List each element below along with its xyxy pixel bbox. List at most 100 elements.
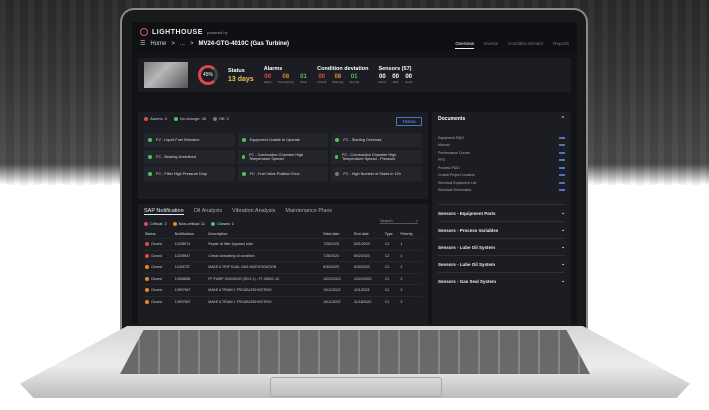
chevron-down-icon: ⌄ <box>561 278 565 283</box>
breadcrumb-mid[interactable]: ... <box>180 41 185 47</box>
sensors-equipment-parts[interactable]: Sensors - Equipment Parts ⌄ <box>438 204 565 221</box>
search-icon: ⌕ <box>415 218 418 223</box>
alarm-cell[interactable]: FV - Liquid Fuel Selection <box>144 133 235 147</box>
doc-item[interactable]: Electrical Schematics <box>438 187 565 195</box>
sensors-lube-oil-2[interactable]: Sensors - Lube Oil System ⌄ <box>438 255 565 272</box>
chevron-down-icon: ⌄ <box>561 210 565 215</box>
brand-name: LIGHTHOUSE <box>152 28 203 36</box>
tab-overview[interactable]: Overview <box>455 41 475 49</box>
search-input[interactable]: Search ⌕ <box>380 218 418 224</box>
doc-item[interactable]: PFD <box>438 157 565 165</box>
nav-tabs: Overview Events Condition Monitor Report… <box>455 41 569 49</box>
tab-vibration-analysis[interactable]: Vibration Analysis <box>232 208 275 215</box>
alarm-cell[interactable]: FC - High Number of Starts in 12h <box>331 167 422 181</box>
table-row[interactable]: Closed 11109737 MAKE A TRIP DUAL GAS INVES… <box>144 261 422 273</box>
laptop-trackpad <box>270 377 442 397</box>
status-value: 13 days <box>228 75 254 83</box>
tab-maintenance-plans[interactable]: Maintenance Plans <box>285 208 332 215</box>
alarms-panel: Alarms: 3 No change: 38 Off: 3 TREND FV … <box>138 112 428 199</box>
col-notification: Notification <box>174 232 195 236</box>
doc-item[interactable]: Electrical Equipment List <box>438 179 565 187</box>
status-block: Status 13 days <box>228 68 254 83</box>
status-label: Status <box>228 67 245 74</box>
documents-panel: Documents ⌃ Equipment P&ID Manual Perfor… <box>432 112 571 324</box>
tab-events[interactable]: Events <box>484 41 498 49</box>
alarm-cell[interactable]: FC - Fuel Valve Position Error <box>237 167 329 181</box>
table-row[interactable]: Closed 11208974 Repair oil filter (bypass)… <box>144 238 422 250</box>
chevron-down-icon: ⌄ <box>561 261 565 266</box>
col-status: Status <box>145 232 156 236</box>
alarm-legend: Alarms: 3 No change: 38 Off: 3 <box>144 116 422 121</box>
alarm-cell[interactable]: Equipment Unable to Operate <box>237 133 329 147</box>
doc-item[interactable]: Crucial Project Location <box>438 172 565 180</box>
table-row[interactable]: Closed 10907967 MAKE A TRAIN 1 TROUBLESHOO… <box>144 284 422 296</box>
col-description: Description <box>208 232 228 236</box>
doc-item[interactable]: Performance Curves <box>438 149 565 157</box>
alarm-cell[interactable]: FC - Combustion Chamber High Temperature… <box>331 150 422 164</box>
alarm-cell[interactable]: FC - Bearing Undefined <box>144 150 235 164</box>
sap-panel: SAP Notification Oil Analysis Vibration … <box>138 204 428 324</box>
trend-button[interactable]: TREND <box>396 117 422 126</box>
lighthouse-logo-icon <box>140 28 148 36</box>
legend-alarms: Alarms: 3 <box>144 116 167 121</box>
sensors-good: 00 Good <box>404 74 413 84</box>
sensors-process-variables[interactable]: Sensors - Process Variables ⌄ <box>438 221 565 238</box>
tab-reports[interactable]: Reports <box>553 41 569 49</box>
doc-item[interactable]: Process P&ID <box>438 164 565 172</box>
asset-title: MV24-GTG-4010C (Gas Turbine) <box>198 40 290 47</box>
sap-table: Status Notification Description Start da… <box>144 230 422 307</box>
breadcrumb-home[interactable]: Home <box>150 41 166 47</box>
tab-oil-analysis[interactable]: Oil Analysis <box>194 208 222 215</box>
menu-icon[interactable]: ☰ <box>140 40 145 47</box>
sensors-label: Sensors (57) <box>378 66 412 72</box>
kpi-bar: 45% Status 13 days Alarms 00 Alarm 08 Trip… <box>138 58 571 92</box>
deviation-block: Condition deviation 00 Critical 08 Warning… <box>317 66 368 84</box>
col-start-date: Start date <box>323 232 340 236</box>
sap-tabs: SAP Notification Oil Analysis Vibration … <box>144 208 422 215</box>
clear-count: 01 Clear <box>299 74 308 84</box>
alarms-label: Alarms <box>263 66 283 72</box>
documents-header[interactable]: Documents ⌃ <box>438 116 565 122</box>
asset-thumbnail <box>144 62 188 88</box>
col-type: Type <box>384 232 393 236</box>
legend-nochange: No change: 38 <box>173 116 206 121</box>
chevron-up-icon[interactable]: ⌃ <box>561 116 565 122</box>
alarm-grid: FV - Liquid Fuel Selection Equipment Una… <box>144 133 422 181</box>
laptop-screen: LIGHTHOUSE powered by ☰ Home > ... > MV2… <box>132 22 577 324</box>
legend-closed: Closed: 1 <box>211 221 234 226</box>
chevron-down-icon: ⌄ <box>561 244 565 249</box>
documents-title: Documents <box>438 116 466 122</box>
deviation-critical: 00 Critical <box>317 74 327 84</box>
tab-sap-notification[interactable]: SAP Notification <box>144 208 184 215</box>
sensors-lube-oil-1[interactable]: Sensors - Lube Oil System ⌄ <box>438 238 565 255</box>
breadcrumb-separator: > <box>189 40 194 47</box>
table-row[interactable]: Closed 10907967 MAKE A TRAIN 1 TROUBLESHOO… <box>144 295 422 307</box>
deviation-normal: 01 Normal <box>349 74 360 84</box>
sensors-gas-seal[interactable]: Sensors - Gas Seal System ⌄ <box>438 272 565 289</box>
sensors-block: Sensors (57) 00 Alarm 00 Bad 00 Good <box>378 66 412 84</box>
sensors-alarm: 00 Alarm <box>378 74 387 84</box>
tab-condition-monitor[interactable]: Condition Monitor <box>508 41 543 49</box>
gauge-value: 45% <box>202 72 213 78</box>
table-row[interactable]: Closed 10946836 FF PUMP ONGOING (GEO 1) - … <box>144 272 422 285</box>
col-priority: Priority <box>400 232 413 236</box>
alarm-cell[interactable]: FC - Starting Overload <box>331 133 422 147</box>
table-row[interactable]: Closed 11209547 Check lubricating oil cond… <box>144 249 422 262</box>
legend-noncritical: Non-critical: 11 <box>172 221 205 226</box>
alarm-count: 00 Alarm <box>263 74 272 84</box>
breadcrumb-separator: > <box>171 40 175 47</box>
deviation-label: Condition deviation <box>317 66 369 72</box>
sensors-bad: 00 Bad <box>392 74 399 84</box>
trip-count: 08 Trip warning <box>277 74 294 84</box>
health-gauge: 45% <box>198 65 218 85</box>
doc-item[interactable]: Equipment P&ID <box>438 134 565 142</box>
deviation-warning: 08 Warning <box>332 74 344 84</box>
chevron-down-icon: ⌄ <box>561 227 565 232</box>
alarms-block: Alarms 00 Alarm 08 Trip warning 01 Clear <box>264 66 307 84</box>
alarm-cell[interactable]: FC - Combustion Chamber High Temperature… <box>237 150 329 164</box>
alarm-cell[interactable]: FC - Filter High Pressure Drop <box>144 167 235 181</box>
doc-item[interactable]: Manual <box>438 142 565 150</box>
legend-critical: Critical: 2 <box>144 221 167 226</box>
legend-off: Off: 3 <box>212 116 229 121</box>
col-end-date: End date <box>354 232 369 236</box>
